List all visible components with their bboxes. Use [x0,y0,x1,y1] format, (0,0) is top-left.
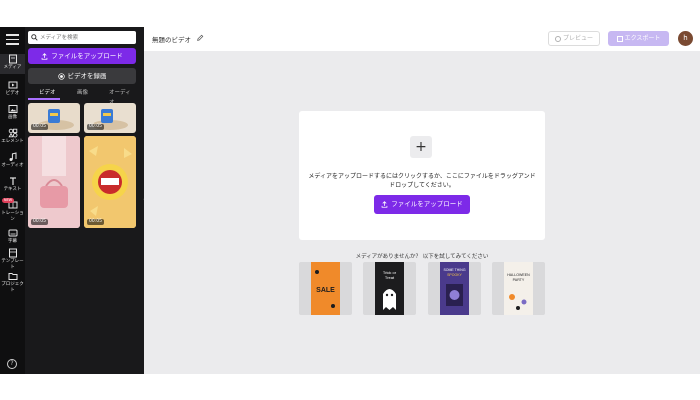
media-thumbnail[interactable]: 00:05 [28,136,80,228]
media-tabs: ビデオ 画像 オーディオ [28,88,136,106]
media-icon [8,54,17,64]
video-icon [8,81,17,89]
export-button[interactable]: エクスポート [608,31,669,46]
sale-template-image: SALE [311,262,340,315]
duration-label: 00:05 [87,124,104,130]
rail-item-label: テンプレー ト [1,259,24,270]
rail-item-label: 字幕 [8,239,17,244]
top-bar: 無題のビデオ プレビュー エクスポート h [144,27,700,51]
rail-item-image[interactable]: 画像 [0,104,25,121]
avatar[interactable]: h [678,31,693,46]
media-panel: ファイルをアップロード ビデオを録画 ビデオ 画像 オーディオ 00:05 00… [25,27,144,374]
document-title[interactable]: 無題のビデオ [152,34,191,44]
record-label: ビデオを録画 [67,72,107,80]
rail-item-media[interactable]: メディア [0,54,25,74]
template-card-spooky[interactable]: SOME THING SPOOKY [428,262,481,315]
sidebar-rail: メディア ビデオ 画像 エレメント オーディオ テキスト トレーショ ン NEW [0,27,25,374]
plus-icon[interactable]: + [410,136,432,158]
preview-button[interactable]: プレビュー [548,31,600,46]
rail-item-text[interactable]: テキスト [0,176,25,193]
pink-handbag-image [28,136,80,228]
halloween-party-template-image: HALLOWEENPARTY [504,262,533,315]
svg-text:SALE: SALE [316,287,335,294]
rail-item-label: 画像 [8,115,17,120]
svg-text:SPOOKY: SPOOKY [447,273,462,277]
svg-text:Treat: Treat [385,275,395,280]
svg-text:HALLOWEEN: HALLOWEEN [507,273,530,277]
rail-item-templates[interactable]: テンプレー ト [0,248,25,271]
rail-item-label: ビデオ [5,91,20,96]
svg-text:SOME THING: SOME THING [443,268,465,272]
chips-can-image [84,136,136,228]
main-canvas: + メディアをアップロードするにはクリックするか、ここにファイルをドラッグアンド… [144,51,700,374]
rail-item-video[interactable]: ビデオ [0,80,25,97]
upload-button[interactable]: ファイルをアップロード [28,48,136,64]
upload-file-button[interactable]: ファイルをアップロード [374,195,470,214]
upload-icon [381,200,388,208]
template-card-trick-or-treat[interactable]: Trick or Treat [363,262,416,315]
music-note-icon [9,152,16,161]
drop-instructions: メディアをアップロードするにはクリックするか、ここにファイルをドラッグアンドドロ… [308,173,536,189]
rail-item-label: トレーショ ン [1,211,24,222]
rail-item-projects[interactable]: プロジェク ト [0,271,25,294]
menu-icon[interactable] [6,34,19,45]
text-icon [9,177,16,185]
help-button[interactable]: ? [7,359,17,369]
export-icon [616,35,623,42]
rail-item-label: オーディオ [1,163,24,168]
spooky-template-image: SOME THINGSPOOKY [440,262,469,315]
page-footer [0,374,700,400]
editor-app: メディア ビデオ 画像 エレメント オーディオ テキスト トレーショ ン NEW [0,27,700,374]
rail-item-label: エレメント [1,139,24,144]
elements-icon [7,128,17,138]
tab-image[interactable]: 画像 [77,88,88,98]
upload-label: ファイルをアップロード [51,52,123,60]
template-card-halloween-party[interactable]: HALLOWEEN PARTY [492,262,545,315]
media-thumbnail[interactable]: 00:05 [84,103,136,133]
upload-file-label: ファイルをアップロード [391,200,463,208]
suggestion-text: メディアがありませんか？ 以下を試してみてください [355,254,489,260]
ghost-template-image: Trick orTreat [375,262,404,315]
search-box[interactable] [28,31,136,44]
rail-item-audio[interactable]: オーディオ [0,152,25,169]
duration-label: 00:05 [87,219,104,225]
search-icon [31,34,38,41]
duration-label: 00:05 [31,219,48,225]
rail-item-captions[interactable]: 字幕 [0,228,25,245]
rail-item-elements[interactable]: エレメント [0,128,25,145]
captions-icon [8,229,17,237]
new-badge: NEW [2,198,14,203]
image-icon [8,105,17,113]
play-circle-icon [554,35,561,42]
rail-item-transition[interactable]: トレーショ ン [0,200,25,223]
upload-drop-zone[interactable]: + メディアをアップロードするにはクリックするか、ここにファイルをドラッグアンド… [299,111,545,240]
template-card-sale[interactable]: SALE [299,262,352,315]
rail-item-label: メディア [3,65,22,70]
help-icon: ? [10,360,14,367]
duration-label: 00:05 [31,124,48,130]
record-video-button[interactable]: ビデオを録画 [28,68,136,84]
preview-label: プレビュー [562,35,593,42]
tab-video[interactable]: ビデオ [39,88,56,98]
export-label: エクスポート [624,35,661,42]
folder-icon [8,273,17,280]
pencil-icon[interactable] [196,34,204,42]
templates-icon [8,248,17,258]
search-input[interactable] [40,32,134,43]
active-tab-indicator [28,98,60,100]
record-icon [57,72,65,80]
rail-item-label: プロジェク ト [1,282,24,293]
upload-icon [41,52,48,60]
media-thumbnail[interactable]: 00:05 [84,136,136,228]
media-thumbnail[interactable]: 00:05 [28,103,80,133]
svg-text:PARTY: PARTY [513,278,525,282]
rail-item-label: テキスト [3,187,22,192]
